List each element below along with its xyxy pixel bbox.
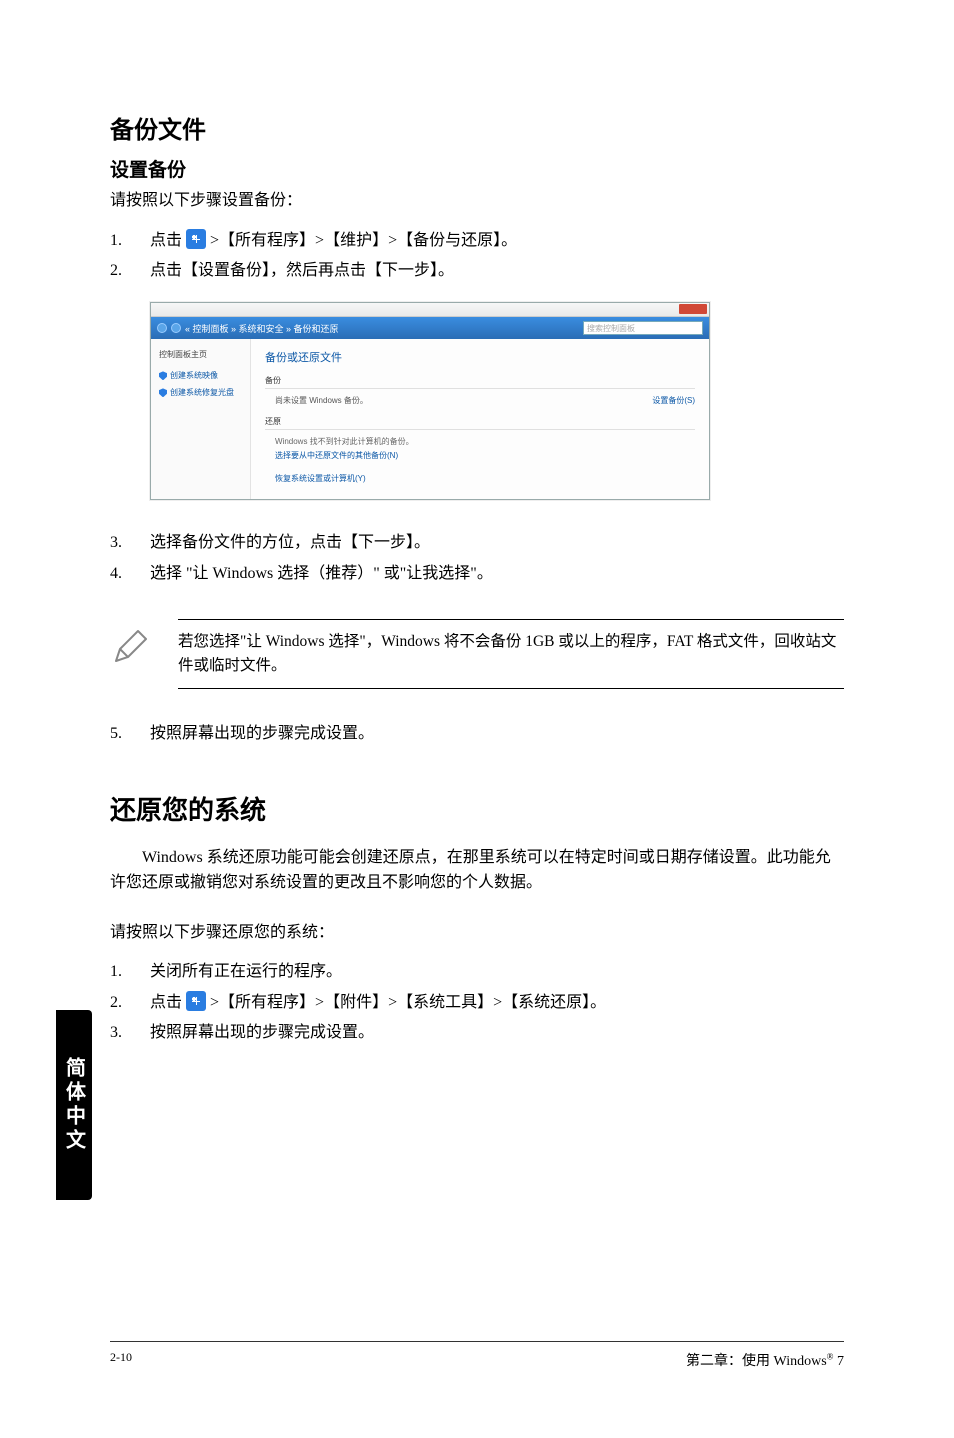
- backup-steps-list: 1. 点击 >【所有程序】>【维护】>【备份与还原】。 2. 点击【设置备份】，…: [110, 226, 844, 287]
- main-panel: 备份或还原文件 备份 尚未设置 Windows 备份。 设置备份(S) 还原 W…: [251, 339, 709, 499]
- window-titlebar: [151, 303, 709, 317]
- embedded-screenshot: « 控制面板 » 系统和安全 » 备份和还原 搜索控制面板 控制面板主页 创建系…: [150, 302, 710, 500]
- list-item: 4. 选择 "让 Windows 选择（推荐）" 或"让我选择"。: [110, 559, 844, 589]
- backup-status-row: 尚未设置 Windows 备份。 设置备份(S): [265, 395, 695, 406]
- note-block: 若您选择"让 Windows 选择"，Windows 将不会备份 1GB 或以上…: [110, 619, 844, 689]
- step-text: 按照屏幕出现的步骤完成设置。: [150, 1024, 374, 1041]
- sidebar-link: 创建系统修复光盘: [159, 387, 242, 398]
- close-icon: [679, 304, 707, 314]
- sidebar: 控制面板主页 创建系统映像 创建系统修复光盘: [151, 339, 251, 499]
- document-page: 备份文件 设置备份 请按照以下步骤设置备份： 1. 点击 >【所有程序】>【维护…: [0, 0, 954, 1049]
- step-text: 选择备份文件的方位，点击【下一步】。: [150, 534, 430, 551]
- main-title: 备份或还原文件: [265, 349, 695, 365]
- setup-backup-link: 设置备份(S): [649, 395, 695, 406]
- status-text: 尚未设置 Windows 备份。: [275, 395, 368, 406]
- note-text: 若您选择"让 Windows 选择"，Windows 将不会备份 1GB 或以上…: [178, 619, 844, 689]
- step-text-part: >【所有程序】>【维护】>【备份与还原】。: [206, 232, 517, 249]
- search-input: 搜索控制面板: [583, 321, 703, 335]
- divider: [265, 388, 695, 389]
- restore-description: Windows 系统还原功能可能会创建还原点，在那里系统可以在特定时间或日期存储…: [110, 845, 844, 896]
- language-side-tab: 简体中文: [56, 1010, 92, 1200]
- heading-backup-files: 备份文件: [110, 110, 844, 145]
- list-item: 1. 点击 >【所有程序】>【维护】>【备份与还原】。: [110, 226, 844, 256]
- list-item: 3. 选择备份文件的方位，点击【下一步】。: [110, 528, 844, 558]
- step-text-part: 点击: [150, 232, 186, 249]
- list-item: 2. 点击【设置备份】，然后再点击【下一步】。: [110, 256, 844, 286]
- breadcrumb-bar: « 控制面板 » 系统和安全 » 备份和还原 搜索控制面板: [151, 317, 709, 339]
- list-item: 2. 点击 >【所有程序】>【附件】>【系统工具】>【系统还原】。: [110, 988, 844, 1018]
- chapter-label: 第二章：使用 Windows® 7: [686, 1350, 844, 1370]
- step-number: 1.: [110, 226, 122, 256]
- restore-intro-text: 请按照以下步骤还原您的系统：: [110, 920, 844, 946]
- backup-restore-window: « 控制面板 » 系统和安全 » 备份和还原 搜索控制面板 控制面板主页 创建系…: [150, 302, 710, 500]
- step-text: 关闭所有正在运行的程序。: [150, 963, 342, 980]
- window-body: 控制面板主页 创建系统映像 创建系统修复光盘 备份或还原文件 备份 尚未设置 W…: [151, 339, 709, 499]
- sidebar-link-label: 创建系统修复光盘: [170, 387, 234, 398]
- page-number: 2-10: [110, 1350, 132, 1370]
- step-number: 2.: [110, 256, 122, 286]
- page-footer: 2-10 第二章：使用 Windows® 7: [110, 1341, 844, 1370]
- restore-steps-list: 1. 关闭所有正在运行的程序。 2. 点击 >【所有程序】>【附件】>【系统工具…: [110, 957, 844, 1048]
- sidebar-title: 控制面板主页: [159, 349, 242, 360]
- action-label: 设置备份(S): [652, 395, 695, 406]
- breadcrumb-text: « 控制面板 » 系统和安全 » 备份和还原: [185, 322, 339, 335]
- section-label: 还原: [265, 416, 695, 427]
- nav-back-icon: [157, 323, 167, 333]
- sidebar-link-label: 创建系统映像: [170, 370, 218, 381]
- step-text: 点击【设置备份】，然后再点击【下一步】。: [150, 262, 454, 279]
- step-number: 4.: [110, 559, 122, 589]
- list-item: 5. 按照屏幕出现的步骤完成设置。: [110, 719, 844, 749]
- step-text-part: >【所有程序】>【附件】>【系统工具】>【系统还原】。: [206, 994, 606, 1011]
- registered-mark: ®: [827, 1351, 834, 1361]
- section-label: 备份: [265, 375, 695, 386]
- windows-start-icon: [186, 229, 206, 249]
- windows-start-icon: [186, 991, 206, 1011]
- shield-icon: [159, 388, 167, 397]
- step-number: 3.: [110, 528, 122, 558]
- choose-other-backup-link: 选择要从中还原文件的其他备份(N): [265, 450, 695, 461]
- nav-forward-icon: [171, 323, 181, 333]
- backup-steps-list-continued: 3. 选择备份文件的方位，点击【下一步】。 4. 选择 "让 Windows 选…: [110, 528, 844, 589]
- divider: [265, 429, 695, 430]
- chapter-text: 第二章：使用 Windows: [686, 1354, 827, 1369]
- step-number: 3.: [110, 1018, 122, 1048]
- list-item: 1. 关闭所有正在运行的程序。: [110, 957, 844, 987]
- restore-desc-text: Windows 找不到针对此计算机的备份。: [265, 436, 695, 447]
- step-number: 5.: [110, 719, 122, 749]
- shield-icon: [159, 371, 167, 380]
- step-text-part: 点击: [150, 994, 186, 1011]
- backup-intro-text: 请按照以下步骤设置备份：: [110, 188, 844, 214]
- chapter-text-suffix: 7: [834, 1354, 845, 1369]
- sidebar-link: 创建系统映像: [159, 370, 242, 381]
- step-text: 按照屏幕出现的步骤完成设置。: [150, 725, 374, 742]
- list-item: 3. 按照屏幕出现的步骤完成设置。: [110, 1018, 844, 1048]
- pencil-note-icon: [110, 619, 154, 672]
- step-number: 2.: [110, 988, 122, 1018]
- heading-restore-system: 还原您的系统: [110, 790, 844, 827]
- recover-system-link: 恢复系统设置或计算机(Y): [265, 473, 695, 484]
- backup-steps-list-final: 5. 按照屏幕出现的步骤完成设置。: [110, 719, 844, 749]
- heading-setup-backup: 设置备份: [110, 155, 844, 182]
- step-text: 选择 "让 Windows 选择（推荐）" 或"让我选择"。: [150, 565, 493, 582]
- search-placeholder: 搜索控制面板: [587, 323, 635, 334]
- step-number: 1.: [110, 957, 122, 987]
